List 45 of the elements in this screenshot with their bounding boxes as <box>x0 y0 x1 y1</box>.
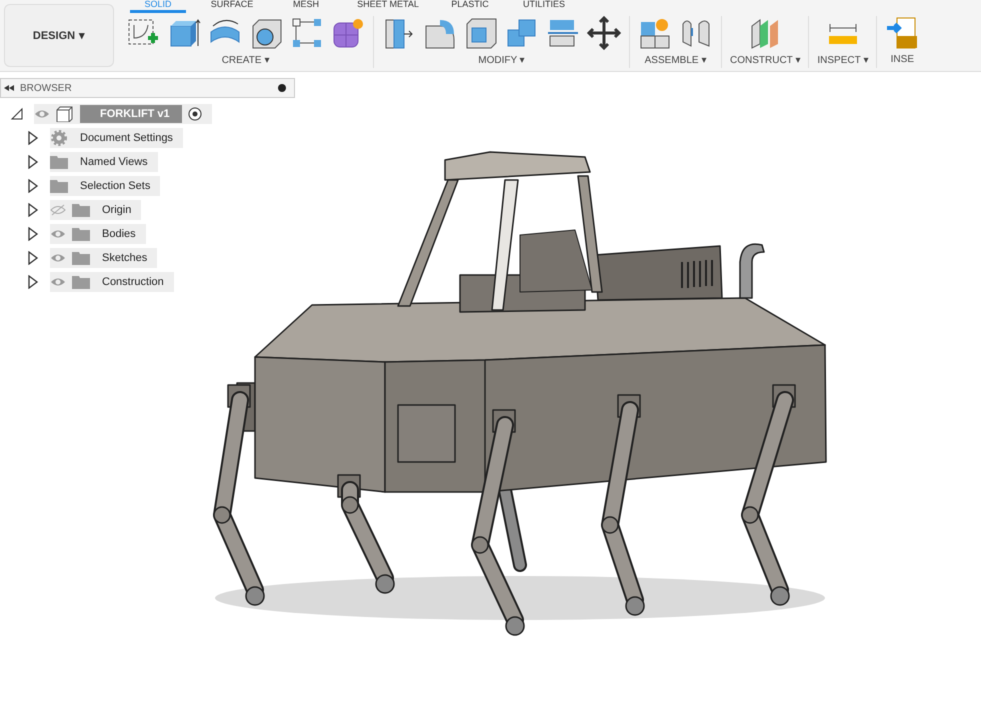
toolbar-tab[interactable]: SURFACE <box>204 0 260 13</box>
tool-group-menu[interactable]: MODIFY ▾ <box>478 54 525 66</box>
expand-triangle-icon[interactable] <box>26 275 40 289</box>
folder-icon <box>72 203 90 217</box>
gear-icon <box>50 129 68 147</box>
form-icon[interactable] <box>331 16 365 50</box>
toolbar-tab[interactable]: MESH <box>278 0 334 13</box>
collapse-icon[interactable] <box>4 85 14 91</box>
pattern-icon[interactable] <box>290 16 324 50</box>
expand-triangle-icon[interactable] <box>26 227 40 241</box>
tree-item[interactable]: Construction <box>50 272 174 292</box>
folder-icon <box>72 275 90 289</box>
shell-icon[interactable] <box>464 16 498 50</box>
tool-group-menu[interactable]: CREATE ▾ <box>222 54 270 66</box>
folder-icon <box>50 179 68 193</box>
toolbar-tab[interactable]: PLASTIC <box>442 0 498 13</box>
new-component-icon[interactable] <box>638 16 672 50</box>
folder-icon <box>72 251 90 265</box>
tree-item[interactable]: Bodies <box>50 224 146 244</box>
toolbar-tab[interactable]: UTILITIES <box>516 0 572 13</box>
tree-item[interactable]: Named Views <box>50 152 158 172</box>
tree-item[interactable]: Sketches <box>50 248 158 268</box>
collapse-triangle-icon[interactable] <box>10 107 24 121</box>
tree-root-label: FORKLIFT v1 <box>80 105 182 123</box>
component-cube-icon <box>56 106 74 122</box>
expand-triangle-icon[interactable] <box>26 203 40 217</box>
expand-triangle-icon[interactable] <box>26 155 40 169</box>
expand-triangle-icon[interactable] <box>26 251 40 265</box>
insert-svg-icon[interactable] <box>885 16 920 50</box>
tree-item[interactable]: Document Settings <box>50 128 183 148</box>
design-workspace-button[interactable]: DESIGN ▾ <box>4 4 114 67</box>
tool-group-menu[interactable]: INSPECT ▾ <box>817 54 868 66</box>
folder-icon <box>72 227 90 241</box>
move-icon[interactable] <box>587 16 621 50</box>
tool-group-menu[interactable]: ASSEMBLE ▾ <box>644 54 706 66</box>
browser-title: BROWSER <box>20 82 72 94</box>
tree-item[interactable]: Selection Sets <box>50 176 160 196</box>
tool-group-menu[interactable]: CONSTRUCT ▾ <box>730 54 800 66</box>
folder-icon <box>50 155 68 169</box>
expand-triangle-icon[interactable] <box>26 179 40 193</box>
expand-triangle-icon[interactable] <box>26 131 40 145</box>
tree-item[interactable]: Origin <box>50 200 142 220</box>
tool-group-menu[interactable]: INSE <box>890 54 914 65</box>
toolbar-tab[interactable]: SHEET METAL <box>352 0 424 13</box>
activate-radio-icon[interactable] <box>188 107 202 121</box>
